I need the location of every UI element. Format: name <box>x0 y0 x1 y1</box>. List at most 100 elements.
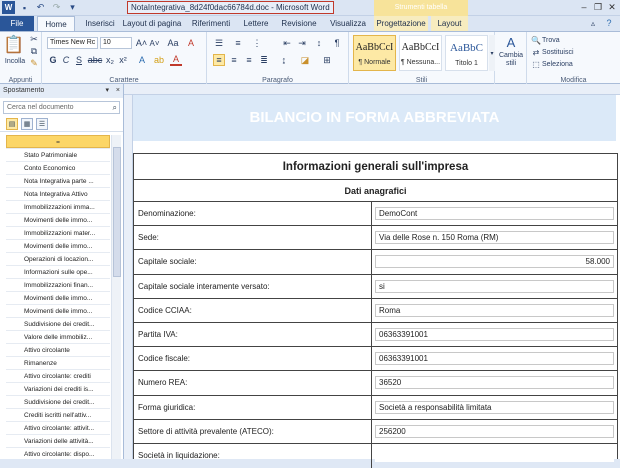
nav-heading-item[interactable]: Variazioni dei crediti is... <box>6 382 110 395</box>
borders-icon[interactable]: ⊞ <box>320 54 334 66</box>
vertical-ruler[interactable] <box>124 95 133 459</box>
scrollbar-thumb[interactable] <box>113 147 121 277</box>
results-view-icon[interactable]: ☰ <box>36 118 48 130</box>
navigation-scrollbar[interactable] <box>111 135 121 459</box>
select-icon[interactable]: ⬚ <box>531 59 541 69</box>
italic-icon[interactable]: C <box>61 54 71 66</box>
redo-icon[interactable]: ↷ <box>50 1 63 14</box>
tab-review[interactable]: Revisione <box>280 16 318 31</box>
paste-label[interactable]: Incolla <box>2 56 28 66</box>
copy-icon[interactable]: ⧉ <box>29 46 39 56</box>
field-value[interactable]: DemoCont <box>375 207 614 221</box>
show-marks-icon[interactable]: ¶ <box>331 37 343 49</box>
close-icon[interactable]: ✕ <box>606 1 618 13</box>
nav-heading-item[interactable]: Movimenti delle immo... <box>6 304 110 317</box>
change-styles-label[interactable]: Cambia stili <box>495 51 527 69</box>
paste-icon[interactable]: 📋 <box>3 34 25 56</box>
nav-heading-item[interactable]: Attivo circolante: dispo... <box>6 447 110 460</box>
field-value[interactable]: Via delle Rose n. 150 Roma (RM) <box>375 231 614 245</box>
help-icon[interactable]: ? <box>603 17 615 29</box>
shading-icon[interactable]: ◪ <box>298 54 312 66</box>
tab-page-layout[interactable]: Layout di pagina <box>121 16 183 31</box>
increase-indent-icon[interactable]: ⇥ <box>296 37 308 49</box>
nav-heading-item[interactable]: Movimenti delle immo... <box>6 213 110 226</box>
multilevel-list-icon[interactable]: ⋮ <box>250 37 264 49</box>
field-value[interactable] <box>375 449 614 463</box>
select-button[interactable]: Seleziona <box>542 59 592 69</box>
nav-heading-item[interactable]: Suddivisione dei credit... <box>6 317 110 330</box>
field-value[interactable]: Società a responsabilità limitata <box>375 400 614 414</box>
bullets-icon[interactable]: ☰ <box>212 37 226 49</box>
superscript-icon[interactable]: x² <box>118 54 128 66</box>
nav-heading-item[interactable]: Immobilizzazioni finan... <box>6 278 110 291</box>
font-size-combo[interactable]: 10 <box>100 37 132 49</box>
numbering-icon[interactable]: ≡ <box>231 37 245 49</box>
tab-view[interactable]: Visualizza <box>326 16 370 31</box>
nav-heading-item[interactable]: Valore delle immobiliz... <box>6 330 110 343</box>
style-normal[interactable]: AaBbCcI ¶ Normale <box>353 35 396 71</box>
nav-heading-item[interactable]: Movimenti delle immo... <box>6 291 110 304</box>
nav-heading-item[interactable]: Crediti iscritti nell'attiv... <box>6 408 110 421</box>
tab-table-design[interactable]: Progettazione <box>374 16 428 31</box>
customize-qat-icon[interactable]: ▾ <box>66 1 79 14</box>
style-heading-1[interactable]: AaBbC Titolo 1 <box>445 35 488 71</box>
headings-view-icon[interactable]: ▤ <box>6 118 18 130</box>
document-page[interactable]: BILANCIO IN FORMA ABBREVIATA Informazion… <box>133 95 620 468</box>
justify-icon[interactable]: ≣ <box>258 54 270 66</box>
nav-heading-item[interactable]: Informazioni sulle ope... <box>6 265 110 278</box>
grow-font-icon[interactable]: A˄ <box>136 37 147 49</box>
field-value[interactable]: 256200 <box>375 424 614 438</box>
sort-icon[interactable]: ↕ <box>313 37 325 49</box>
nav-heading-item[interactable]: Nota Integrativa parte ... <box>6 174 110 187</box>
field-value[interactable]: 36520 <box>375 376 614 390</box>
nav-heading-item[interactable]: Variazioni delle attività... <box>6 434 110 447</box>
highlight-icon[interactable]: ab <box>153 54 165 66</box>
field-value[interactable]: 06363391001 <box>375 328 614 342</box>
save-icon[interactable]: ▪ <box>18 1 31 14</box>
field-value[interactable]: si <box>375 279 614 293</box>
search-document-input[interactable]: Cerca nel documento ⌕ <box>3 101 120 114</box>
line-spacing-icon[interactable]: ↨ <box>277 54 291 66</box>
undo-icon[interactable]: ↶ <box>34 1 47 14</box>
nav-heading-item[interactable]: Attivo circolante <box>6 343 110 356</box>
change-styles-icon[interactable]: A <box>502 34 520 50</box>
nav-heading-item[interactable]: Immobilizzazioni mater... <box>6 226 110 239</box>
close-pane-icon[interactable]: × <box>116 84 120 98</box>
minimize-icon[interactable]: – <box>578 1 590 13</box>
tab-file[interactable]: File <box>0 16 34 31</box>
field-value[interactable]: Roma <box>375 303 614 317</box>
nav-heading-item[interactable]: Operazioni di locazion... <box>6 252 110 265</box>
format-painter-icon[interactable]: ✎ <box>29 58 39 68</box>
field-value[interactable]: 58.000 <box>375 255 614 269</box>
style-no-spacing[interactable]: AaBbCcI ¶ Nessuna... <box>399 35 442 71</box>
align-left-icon[interactable]: ≡ <box>213 54 225 66</box>
shrink-font-icon[interactable]: A˅ <box>149 37 160 49</box>
minimize-ribbon-icon[interactable]: ▵ <box>588 18 598 28</box>
subscript-icon[interactable]: x₂ <box>105 54 115 66</box>
replace-button[interactable]: Sostituisci <box>542 47 592 57</box>
nav-heading-selected[interactable]: = <box>6 135 110 148</box>
word-logo-icon[interactable]: W <box>2 1 15 14</box>
align-center-icon[interactable]: ≡ <box>228 54 240 66</box>
nav-heading-item[interactable]: Nota Integrativa Attivo <box>6 187 110 200</box>
nav-heading-item[interactable]: Conto Economico <box>6 161 110 174</box>
decrease-indent-icon[interactable]: ⇤ <box>281 37 293 49</box>
bold-icon[interactable]: G <box>48 54 58 66</box>
restore-icon[interactable]: ❐ <box>592 1 604 13</box>
find-button[interactable]: Trova <box>542 35 576 45</box>
pages-view-icon[interactable]: ▦ <box>21 118 33 130</box>
field-value[interactable]: 06363391001 <box>375 352 614 366</box>
tab-home[interactable]: Home <box>37 16 75 31</box>
search-icon[interactable]: ⌕ <box>113 102 117 113</box>
strikethrough-icon[interactable]: abc <box>88 54 103 66</box>
tab-references[interactable]: Riferimenti <box>189 16 233 31</box>
font-name-combo[interactable]: Times New Rc <box>47 37 98 49</box>
nav-heading-item[interactable]: Immobilizzazioni imma... <box>6 200 110 213</box>
nav-heading-item[interactable]: Stato Patrimoniale <box>6 148 110 161</box>
text-effects-icon[interactable]: A <box>136 54 148 66</box>
nav-heading-item[interactable]: Attivo circolante: attivit... <box>6 421 110 434</box>
tab-insert[interactable]: Inserisci <box>78 16 122 31</box>
tab-mailings[interactable]: Lettere <box>239 16 273 31</box>
clear-formatting-icon[interactable]: A <box>185 37 197 49</box>
font-color-icon[interactable]: A <box>170 54 182 66</box>
